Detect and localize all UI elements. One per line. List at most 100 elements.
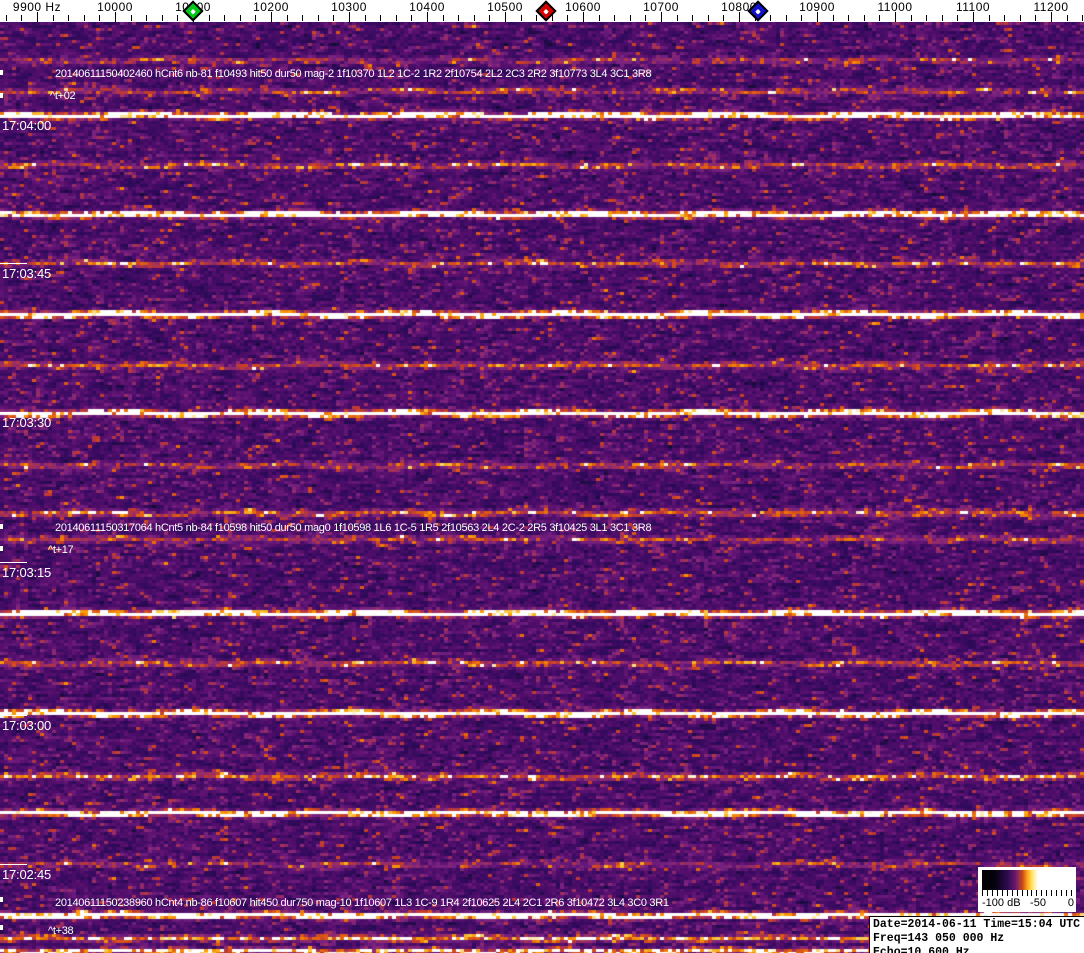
minor-tick [676,15,678,21]
time-label: 17:04:00 [2,118,52,133]
minor-tick [68,15,70,21]
colorbar-tick [991,890,993,896]
colorbar-tick [1051,890,1053,896]
major-tick [1051,12,1052,22]
major-tick [583,12,584,22]
colorbar-tick [1026,890,1028,896]
minor-tick [910,15,912,21]
time-label: 17:03:45 [2,266,52,281]
marker-center-dot [190,8,196,14]
colorbar-tick [1006,890,1008,896]
colorbar-tick [1056,890,1058,896]
time-label: 17:02:45 [2,867,52,882]
colorbar-ticks [982,890,1072,897]
minor-tick [130,15,132,21]
minor-tick [1066,15,1068,21]
minor-tick [161,15,163,21]
minor-tick [317,15,319,21]
event-edge-mark [0,546,3,551]
major-tick [973,12,974,22]
app-window: 9900 Hz100001010010200103001040010500106… [0,0,1084,953]
meteor-event-time-tag: ^t+17 [48,544,74,556]
spectrogram-area: 17:04:00 17:03:45 17:03:30 17:03:15 17:03:00… [0,22,1084,953]
minor-tick [957,15,959,21]
meteor-event-detail: 20140611150317064 hCnt5 nb-84 f10598 hit… [55,522,652,534]
meteor-event-time-tag: ^t+38 [48,925,74,937]
minor-tick [442,15,444,21]
minor-tick [146,15,148,21]
minor-tick [629,15,631,21]
time-label: 17:03:15 [2,565,52,580]
red-marker-diamond-icon[interactable] [535,0,557,22]
colorbar-label-max: 0 [1067,897,1074,909]
minor-tick [473,15,475,21]
colorbar-tick [1041,890,1043,896]
minor-tick [395,15,397,21]
major-tick [427,12,428,22]
colorbar-label-min: -100 dB [982,897,1021,909]
minor-tick [1035,15,1037,21]
minor-tick [863,15,865,21]
minor-tick [364,15,366,21]
minor-tick [520,15,522,21]
minor-tick [302,15,304,21]
minor-tick [801,15,803,21]
minor-tick [832,15,834,21]
colorbar-tick [982,890,983,896]
meteor-event-detail: 20140611150402460 hCnt6 nb-81 f10493 hit… [55,68,652,80]
minor-tick [598,15,600,21]
minor-tick [5,15,7,21]
observation-info-box: Date=2014-06-11 Time=15:04 UTC Freq=143 … [869,916,1084,953]
colorbar-gradient [982,870,1072,890]
minor-tick [239,15,241,21]
minor-tick [255,15,257,21]
info-date-time: Date=2014-06-11 Time=15:04 UTC [873,918,1081,931]
colorbar-tick [1016,890,1018,896]
minor-tick [692,15,694,21]
colorbar-tick [1061,890,1063,896]
colorbar-tick [1071,890,1072,896]
event-edge-mark [0,70,3,75]
minor-tick [333,15,335,21]
minor-tick [848,15,850,21]
colorbar: -100 dB -50 0 [978,867,1076,912]
minor-tick [1082,15,1084,21]
major-tick [739,12,740,22]
minor-tick [707,15,709,21]
minor-tick [941,15,943,21]
major-tick [115,12,116,22]
time-tick-mark [0,263,27,264]
minor-tick [567,15,569,21]
event-edge-mark [0,524,3,529]
time-tick-mark [0,715,27,716]
minor-tick [551,15,553,21]
colorbar-labels: -100 dB -50 0 [980,897,1074,911]
major-tick [37,12,38,22]
major-tick [895,12,896,22]
time-tick-mark [0,562,27,563]
marker-center-dot [543,8,549,14]
time-tick-mark [0,115,27,116]
colorbar-tick [1031,890,1033,896]
minor-tick [645,15,647,21]
minor-tick [99,15,101,21]
minor-tick [380,15,382,21]
minor-tick [879,15,881,21]
time-label: 17:03:30 [2,415,52,430]
major-tick [505,12,506,22]
minor-tick [614,15,616,21]
minor-tick [208,15,210,21]
meteor-event-time-tag: ^t+02 [50,90,76,102]
minor-tick [83,15,85,21]
info-frequency: Freq=143 050 000 Hz [873,932,1005,945]
major-tick [817,12,818,22]
time-tick-mark [0,864,27,865]
info-echo: Echo=10 600 Hz [873,946,970,953]
colorbar-tick [996,890,998,896]
minor-tick [785,15,787,21]
major-tick [349,12,350,22]
colorbar-tick [1066,890,1068,896]
spectrogram-canvas [0,22,1084,953]
major-tick [271,12,272,22]
colorbar-tick [986,890,988,896]
